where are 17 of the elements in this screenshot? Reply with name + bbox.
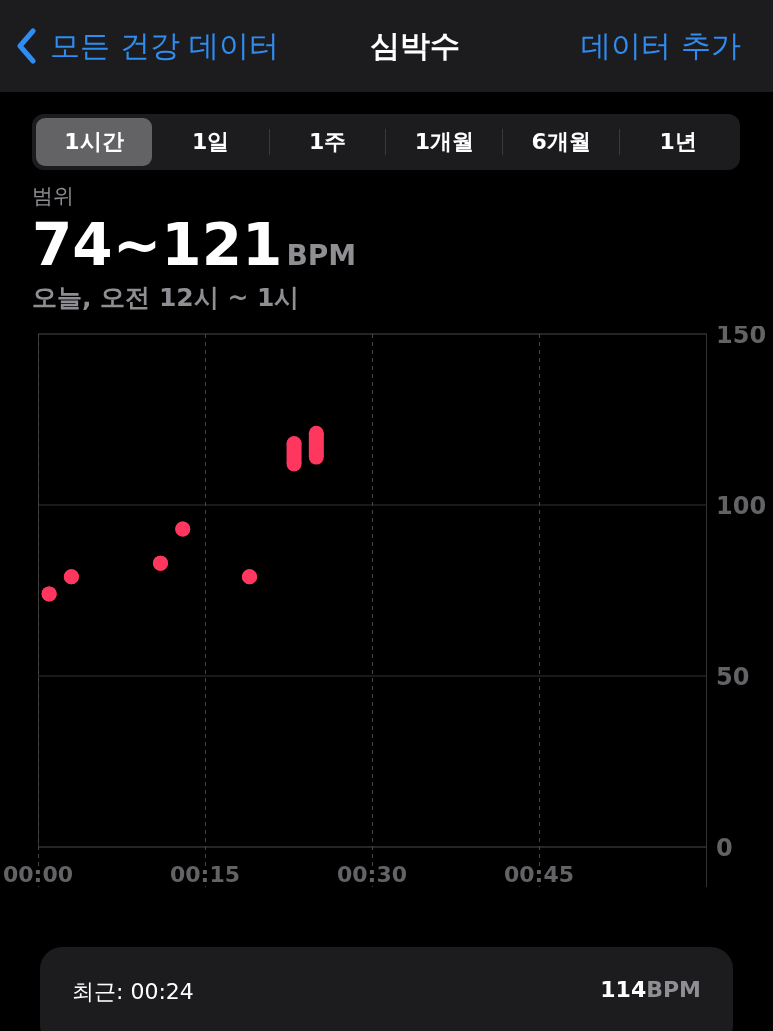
y-axis-label: 100 [716, 491, 767, 520]
date-range-text: 오늘, 오전 12시 ~ 1시 [32, 281, 300, 314]
x-axis-label: 00:30 [337, 861, 407, 887]
range-label: 범위 [32, 183, 74, 210]
range-value: 74~121 [32, 212, 283, 279]
x-axis-label: 00:00 [3, 861, 73, 887]
latest-value: 114 [600, 976, 647, 1002]
unit-label: BPM [286, 239, 357, 272]
unit-label: BPM [646, 976, 701, 1002]
latest-time-label: 최근: 00:24 [72, 977, 194, 1006]
back-label: 모든 건강 데이터 [50, 26, 280, 65]
y-axis-label: 150 [716, 325, 767, 349]
y-axis-label: 0 [716, 833, 733, 862]
x-axis-label: 00:15 [170, 861, 240, 887]
x-axis-label: 00:45 [504, 861, 574, 887]
y-axis-label: 50 [716, 662, 750, 691]
page-title: 심박수 [370, 26, 461, 65]
